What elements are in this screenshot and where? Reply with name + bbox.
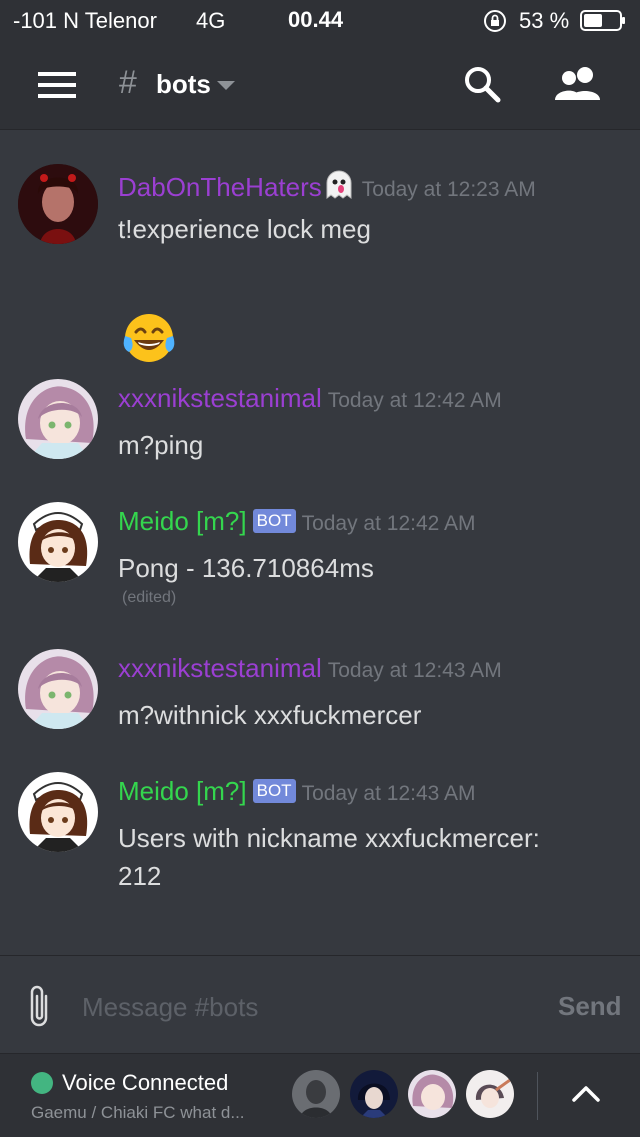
avatar[interactable] <box>18 649 98 729</box>
timestamp: Today at 12:42 AM <box>327 389 502 412</box>
avatar[interactable] <box>18 379 98 459</box>
message-header: xxxnikstestanimal Today at 12:42 AM <box>118 383 502 417</box>
divider <box>537 1072 538 1120</box>
rotation-lock-icon <box>484 10 506 32</box>
voice-channel-label: Gaemu / Chiaki FC what d... <box>31 1103 245 1122</box>
message-text: m?ping <box>118 430 204 460</box>
chevron-up-icon[interactable] <box>570 1082 602 1106</box>
author-name[interactable]: DabOnTheHaters <box>118 172 322 202</box>
message-text: 212 <box>118 861 162 891</box>
bot-badge: BOT <box>252 509 296 533</box>
timestamp: Today at 12:43 AM <box>327 659 502 682</box>
channel-header: # bots <box>0 42 640 130</box>
message-text: m?withnick xxxfuckmercer <box>118 700 422 730</box>
voice-connected-indicator <box>31 1072 53 1094</box>
ghost-emoji <box>326 170 352 199</box>
message-header: xxxnikstestanimal Today at 12:43 AM <box>118 653 502 687</box>
message-text: t!experience lock meg <box>118 214 371 244</box>
menu-icon[interactable] <box>38 69 78 101</box>
voice-status-title: Voice Connected <box>62 1070 229 1095</box>
author-name[interactable]: xxxnikstestanimal <box>118 383 322 413</box>
face-with-tears-of-joy-emoji <box>123 314 175 362</box>
status-bar: -101 N Telenor 4G 00.44 53 % <box>0 0 640 42</box>
voice-status-bar[interactable]: Voice Connected Gaemu / Chiaki FC what d… <box>0 1053 640 1137</box>
message-list[interactable]: DabOnTheHaters Today at 12:23 AM t!exper… <box>0 130 640 955</box>
message-composer: Send <box>0 955 640 1054</box>
battery-percent: 53 % <box>519 8 570 33</box>
timestamp: Today at 12:43 AM <box>301 782 476 805</box>
members-icon[interactable] <box>554 66 602 102</box>
channel-hash-icon: # <box>119 64 137 100</box>
edited-label: (edited) <box>122 589 177 606</box>
avatar[interactable] <box>18 772 98 852</box>
message-text: Users with nickname xxxfuckmercer: <box>118 823 540 853</box>
voice-participant-avatar[interactable] <box>292 1070 340 1118</box>
message-header: DabOnTheHaters Today at 12:23 AM <box>118 168 536 202</box>
voice-participant-avatar[interactable] <box>350 1070 398 1118</box>
timestamp: Today at 12:42 AM <box>301 512 476 535</box>
message-header: Meido [m?] BOT Today at 12:42 AM <box>118 506 476 540</box>
author-name[interactable]: Meido [m?] <box>118 776 247 806</box>
chevron-down-icon[interactable] <box>216 80 236 92</box>
voice-participant-avatar[interactable] <box>466 1070 514 1118</box>
author-name[interactable]: xxxnikstestanimal <box>118 653 322 683</box>
bot-badge: BOT <box>252 779 296 803</box>
send-button[interactable]: Send <box>558 991 622 1022</box>
timestamp: Today at 12:23 AM <box>361 178 536 201</box>
paperclip-icon[interactable] <box>24 982 54 1030</box>
message-header: Meido [m?] BOT Today at 12:43 AM <box>118 776 476 810</box>
avatar[interactable] <box>18 502 98 582</box>
carrier-label: -101 N Telenor <box>13 8 157 33</box>
voice-participant-avatar[interactable] <box>408 1070 456 1118</box>
author-name[interactable]: Meido [m?] <box>118 506 247 536</box>
avatar[interactable] <box>18 164 98 244</box>
message-text: Pong - 136.710864ms <box>118 553 374 583</box>
battery-icon <box>580 10 625 31</box>
message-input[interactable] <box>80 986 524 1028</box>
network-label: 4G <box>196 8 226 33</box>
clock: 00.44 <box>288 7 344 32</box>
channel-title[interactable]: bots <box>156 69 211 100</box>
search-icon[interactable] <box>462 64 502 104</box>
